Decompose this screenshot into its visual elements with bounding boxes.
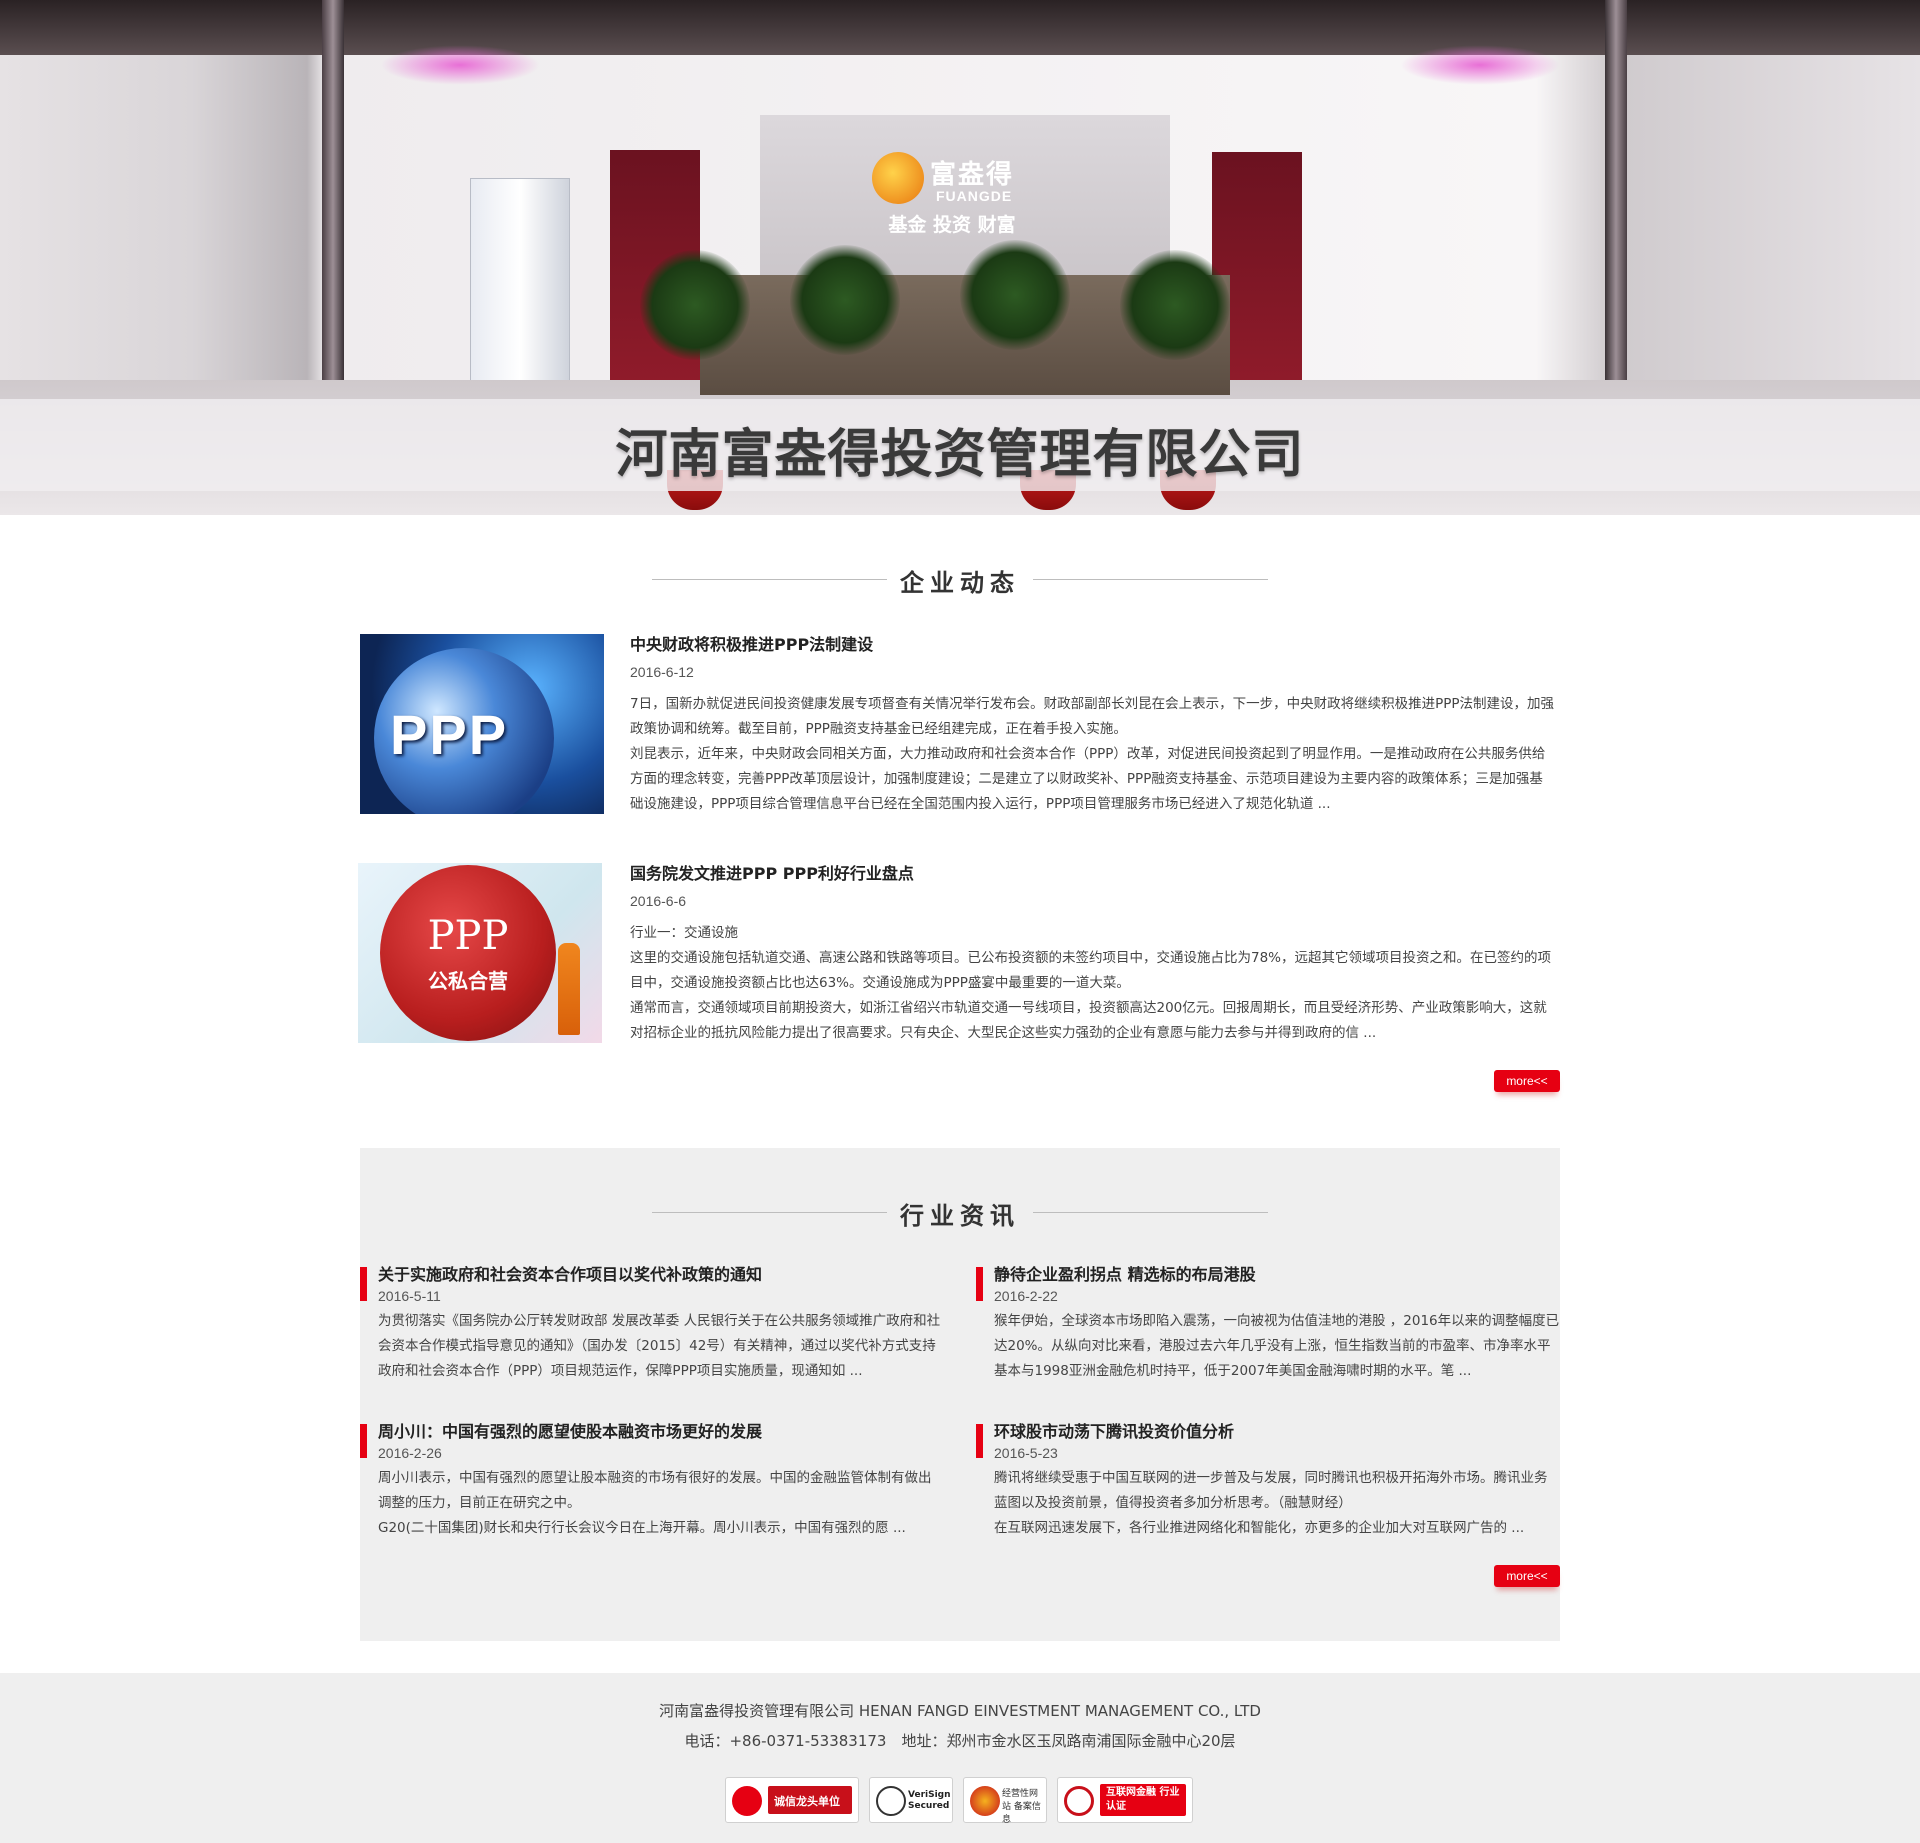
industry-more-button[interactable]: more<< (1494, 1565, 1560, 1587)
plant (960, 240, 1070, 350)
plant (790, 245, 900, 355)
worker-figure-icon (558, 943, 580, 1035)
credit-icon (732, 1786, 762, 1816)
hero-pillar (1605, 0, 1627, 400)
logo-cn-text: 富盎得 (930, 160, 1015, 190)
footer-company: 河南富盎得投资管理有限公司 HENAN FANGD EINVESTMENT MA… (659, 1702, 1261, 1720)
hero-banner: 富盎得 FUANGDE 基金 投资 财富 河南富盎得投资管理有限公司 (0, 0, 1920, 515)
badge-label: 诚信龙头单位 (774, 1795, 840, 1808)
industry-summary: 猴年伊始，全球资本市场即陷入震荡，一向被视为估值洼地的港股 ，2016年以来的调… (994, 1313, 1560, 1379)
news-thumbnail[interactable]: PPP (360, 634, 604, 814)
news-date: 2016-6-12 (630, 664, 694, 680)
badge-label: 经营性网站 备案信息 (1002, 1789, 1041, 1825)
credit-badge[interactable]: 诚信龙头单位 (725, 1777, 859, 1823)
footer-badges: 诚信龙头单位 VeriSign Secured 经营性网站 备案信息 互联网金融… (725, 1777, 1195, 1825)
verisign-icon (876, 1786, 906, 1816)
air-conditioner (470, 178, 570, 398)
news-item[interactable]: PPP 公私合营 国务院发文推进PPP PPP利好行业盘点 2016-6-6 行… (358, 863, 1558, 1048)
ceiling-light (1400, 45, 1560, 85)
badge-label: VeriSign Secured (908, 1790, 951, 1811)
thumb-label: PPP (390, 703, 509, 766)
news-heading-text: 企业动态 (900, 569, 1020, 597)
news-section-heading: 企业动态 (652, 559, 1268, 599)
plant (1120, 250, 1230, 360)
industry-title[interactable]: 环球股市动荡下腾讯投资价值分析 (994, 1422, 1234, 1442)
logo-slogan: 基金 投资 财富 (888, 214, 1016, 236)
news-title[interactable]: 国务院发文推进PPP PPP利好行业盘点 (630, 863, 1556, 885)
industry-item[interactable]: 环球股市动荡下腾讯投资价值分析 2016-5-23 腾讯将继续受惠于中国互联网的… (976, 1422, 1556, 1567)
industry-date: 2016-5-23 (994, 1445, 1058, 1461)
plant (640, 250, 750, 360)
industry-date: 2016-2-26 (378, 1445, 442, 1461)
news-summary: 行业一：交通设施 这里的交通设施包括轨道交通、高速公路和铁路等项目。已公布投资额… (630, 925, 1552, 1041)
industry-heading-text: 行业资讯 (900, 1202, 1020, 1230)
thumb-label: PPP (427, 913, 509, 959)
footer-contact: 电话：+86-0371-53383173 地址：郑州市金水区玉凤路南浦国际金融中… (684, 1732, 1236, 1750)
accent-bar (360, 1424, 367, 1458)
accent-bar (976, 1267, 983, 1301)
industry-section-heading: 行业资讯 (652, 1192, 1268, 1232)
accent-bar (976, 1424, 983, 1458)
certification-icon (1064, 1786, 1094, 1816)
hero-ceiling (0, 0, 1920, 55)
news-thumbnail[interactable]: PPP 公私合营 (358, 863, 602, 1043)
footer: 河南富盎得投资管理有限公司 HENAN FANGD EINVESTMENT MA… (0, 1673, 1920, 1843)
industry-summary: 周小川表示，中国有强烈的愿望让股本融资的市场有很好的发展。中国的金融监管体制有做… (378, 1470, 932, 1536)
news-body: 中央财政将积极推进PPP法制建设 2016-6-12 7日，国新办就促进民间投资… (630, 634, 1556, 817)
industry-summary: 腾讯将继续受惠于中国互联网的进一步普及与发展，同时腾讯也积极开拓海外市场。腾讯业… (994, 1470, 1548, 1536)
hero-pillar (322, 0, 344, 400)
accent-bar (360, 1267, 367, 1301)
news-body: 国务院发文推进PPP PPP利好行业盘点 2016-6-6 行业一：交通设施 这… (630, 863, 1556, 1046)
industry-title[interactable]: 关于实施政府和社会资本合作项目以奖代补政策的通知 (378, 1265, 762, 1285)
industry-item[interactable]: 关于实施政府和社会资本合作项目以奖代补政策的通知 2016-5-11 为贯彻落实… (360, 1265, 940, 1410)
industry-title[interactable]: 静待企业盈利拐点 精选标的布局港股 (994, 1265, 1256, 1285)
news-item[interactable]: PPP 中央财政将积极推进PPP法制建设 2016-6-12 7日，国新办就促进… (358, 634, 1558, 819)
badge-label: 互联网金融 行业认证 (1106, 1787, 1180, 1812)
industry-title[interactable]: 周小川：中国有强烈的愿望使股本融资市场更好的发展 (378, 1422, 762, 1442)
logo-en-text: FUANGDE (936, 188, 1013, 204)
industry-date: 2016-5-11 (378, 1288, 441, 1304)
certification-badge[interactable]: 互联网金融 行业认证 (1057, 1777, 1193, 1823)
news-title[interactable]: 中央财政将积极推进PPP法制建设 (630, 634, 1556, 656)
thumb-sublabel: 公私合营 (428, 969, 508, 993)
industry-item[interactable]: 静待企业盈利拐点 精选标的布局港股 2016-2-22 猴年伊始，全球资本市场即… (976, 1265, 1559, 1410)
record-badge[interactable]: 经营性网站 备案信息 (963, 1777, 1047, 1825)
industry-date: 2016-2-22 (994, 1288, 1058, 1304)
company-logo: 富盎得 FUANGDE 基金 投资 财富 (872, 148, 1052, 238)
industry-item[interactable]: 周小川：中国有强烈的愿望使股本融资市场更好的发展 2016-2-26 周小川表示… (360, 1422, 940, 1567)
logo-mark-icon (872, 152, 924, 204)
news-summary: 7日，国新办就促进民间投资健康发展专项督查有关情况举行发布会。财政部副部长刘昆在… (630, 696, 1555, 812)
news-date: 2016-6-6 (630, 893, 687, 909)
verisign-badge[interactable]: VeriSign Secured (869, 1777, 953, 1823)
hero-title: 河南富盎得投资管理有限公司 (615, 425, 1305, 485)
ceiling-light (380, 45, 540, 85)
news-more-button[interactable]: more<< (1494, 1070, 1560, 1092)
industry-summary: 为贯彻落实《国务院办公厅转发财政部 发展改革委 人民银行关于在公共服务领域推广政… (378, 1313, 941, 1379)
police-badge-icon (970, 1786, 1000, 1816)
